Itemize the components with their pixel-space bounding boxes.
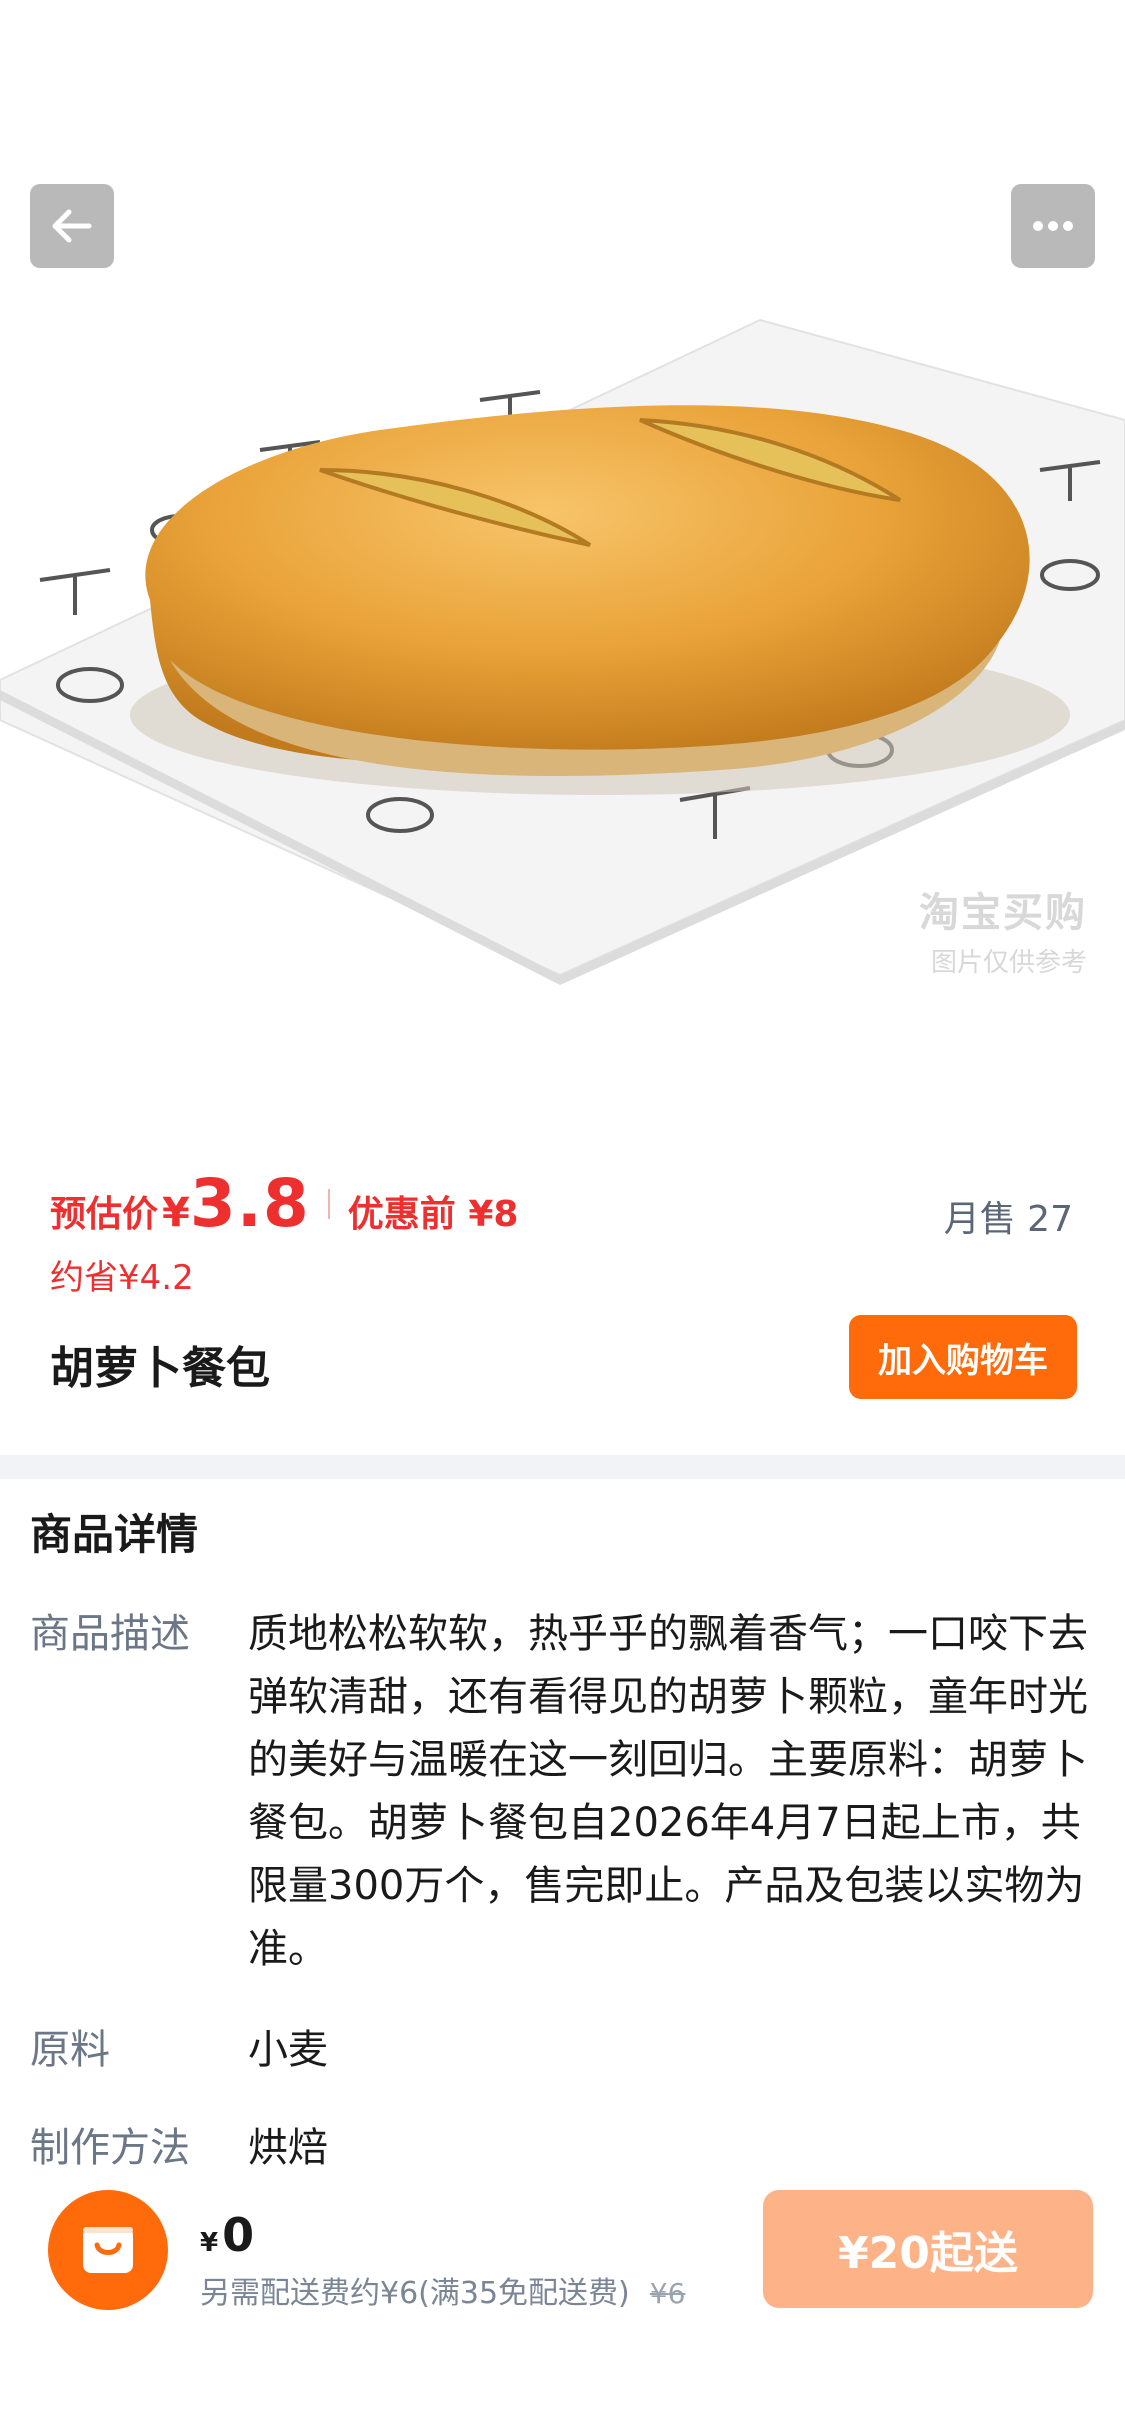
product-title: 胡萝卜餐包 [50,1343,270,1394]
image-watermark: 淘宝买购 图片仅供参考 [919,880,1087,979]
bottom-cart-bar: ¥ 0 另需配送费约¥6(满35免配送费) ¥6 ¥20起送 [0,2168,1125,2436]
detail-key: 原料 [30,2027,110,2073]
watermark-brand: 淘宝买购 [919,890,1087,936]
estimated-price-value: 3.8 [189,1165,310,1242]
estimated-price-label: 预估价 [50,1194,159,1235]
shopping-bag-icon [83,2227,133,2273]
price-section: 预估价 ¥ 3.8 优惠前 ¥8 约省¥4.2 月售 27 胡萝卜餐包 加入购物… [0,1150,1125,1455]
arrow-left-icon [52,209,92,243]
original-price: 优惠前 ¥8 [347,1194,519,1235]
more-button[interactable] [1011,184,1095,268]
watermark-note: 图片仅供参考 [930,948,1087,978]
product-details: 商品详情 商品描述 质地松松软软，热乎乎的飘着香气；一口咬下去弹软清甜，还有看得… [0,1479,1125,2171]
detail-row-ingredients: 原料 小麦 [30,2019,1100,2082]
add-to-cart-button[interactable]: 加入购物车 [849,1315,1077,1399]
price-row: 预估价 ¥ 3.8 优惠前 ¥8 [50,1165,518,1242]
cart-total: ¥ 0 [200,2208,254,2262]
total-value: 0 [222,2208,255,2262]
detail-row-description: 商品描述 质地松松软软，热乎乎的飘着香气；一口咬下去弹软清甜，还有看得见的胡萝卜… [30,1603,1100,1981]
total-currency: ¥ [200,2228,219,2258]
price-divider [327,1188,330,1219]
details-heading: 商品详情 [30,1510,199,1559]
section-divider [0,1455,1125,1479]
back-button[interactable] [30,184,114,268]
detail-value: 质地松松软软，热乎乎的飘着香气；一口咬下去弹软清甜，还有看得见的胡萝卜颗粒，童年… [248,1611,1088,1972]
delivery-fee: 另需配送费约¥6(满35免配送费) ¥6 [200,2268,685,2312]
price-currency: ¥ [162,1190,190,1236]
delivery-fee-original: ¥6 [649,2277,686,2310]
saving-text: 约省¥4.2 [50,1258,194,1298]
monthly-sales: 月售 27 [943,1199,1073,1240]
delivery-fee-text: 另需配送费约¥6(满35免配送费) [200,2276,630,2311]
more-horizontal-icon [1033,221,1073,231]
product-image-area: 淘宝买购 图片仅供参考 [0,0,1125,1150]
detail-key: 商品描述 [30,1611,190,1657]
detail-value: 小麦 [248,2027,328,2073]
minimum-order-button[interactable]: ¥20起送 [763,2190,1093,2308]
cart-button[interactable] [48,2190,168,2310]
